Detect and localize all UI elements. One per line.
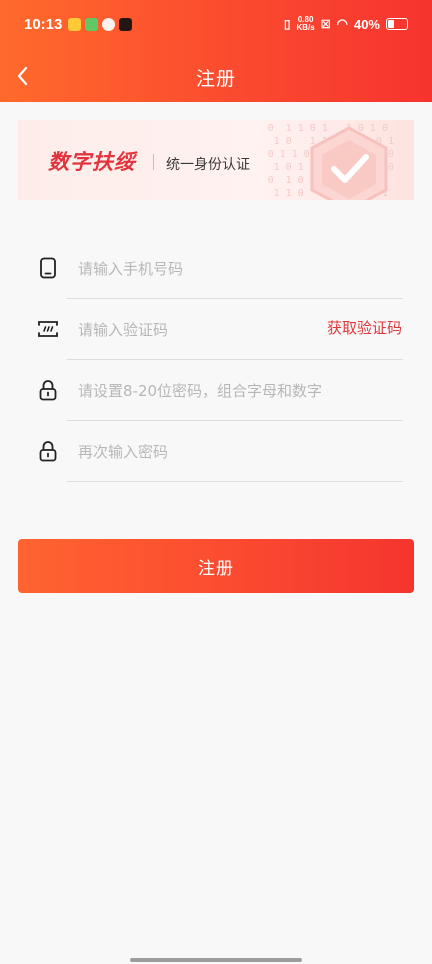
register-form: 获取验证码	[0, 238, 432, 482]
net-speed-unit: KB/s	[296, 23, 315, 32]
home-indicator[interactable]	[130, 958, 302, 962]
vibrate-icon: ▯	[283, 17, 291, 31]
top-bar: 10:13 ▯ 0.80 KB/s ☒ ◠ 40% 注册	[0, 0, 432, 102]
get-code-button[interactable]: 获取验证码	[327, 317, 402, 338]
code-input[interactable]	[76, 315, 316, 345]
phone-row	[0, 238, 432, 299]
battery-icon	[386, 18, 408, 30]
battery-fill	[388, 20, 394, 28]
confirm-divider	[67, 481, 403, 482]
code-row: 获取验证码	[0, 299, 432, 360]
password-row	[0, 360, 432, 421]
confirm-password-input[interactable]	[76, 437, 400, 467]
wechat-icon	[102, 18, 115, 31]
brand-divider	[153, 154, 154, 170]
identity-banner: 0 1 1 0 1 1 0 1 0 1 0 1 1 0 1 1 0 1 0 1 …	[18, 120, 414, 200]
status-time: 10:13	[24, 16, 63, 33]
phone-input[interactable]	[76, 254, 400, 284]
verified-check-icon	[310, 126, 388, 200]
confirm-row	[0, 421, 432, 482]
weibo-icon	[68, 18, 81, 31]
nav-bar: 注册	[0, 52, 432, 102]
status-bar: 10:13 ▯ 0.80 KB/s ☒ ◠ 40%	[0, 0, 432, 52]
page-title: 注册	[195, 68, 236, 90]
net-speed: 0.80 KB/s	[297, 16, 315, 32]
lock-icon	[39, 441, 57, 462]
brand-name: 数字扶绥	[48, 150, 136, 174]
register-button[interactable]: 注册	[18, 539, 414, 593]
tiktok-icon	[119, 18, 132, 31]
brand-subtitle: 统一身份认证	[166, 157, 250, 173]
app-icon	[85, 18, 98, 31]
notification-icons	[68, 18, 132, 31]
status-right: ▯ 0.80 KB/s ☒ ◠ 40%	[284, 16, 408, 32]
wifi-icon: ◠	[336, 16, 348, 31]
password-input[interactable]	[76, 376, 400, 406]
phone-icon	[40, 257, 56, 279]
verification-code-icon	[38, 321, 58, 337]
lock-icon	[39, 380, 57, 401]
battery-text: 40%	[353, 16, 380, 32]
sim-icon: ☒	[320, 18, 331, 31]
